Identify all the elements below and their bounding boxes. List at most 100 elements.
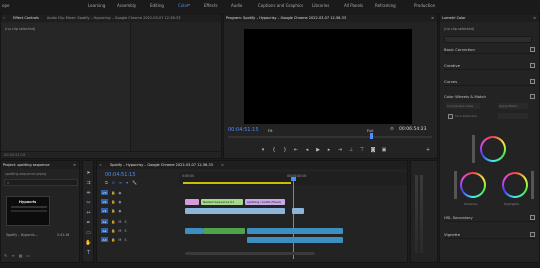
lock-icon[interactable]: 🔒 — [111, 209, 115, 213]
shadows-slider[interactable] — [454, 171, 457, 199]
highlights-color-wheel[interactable] — [502, 172, 528, 198]
nest-icon[interactable]: ⧉ — [105, 180, 108, 185]
program-playhead-timecode[interactable]: 00:04:51:15 — [228, 127, 259, 133]
solo-icon[interactable]: S — [124, 220, 126, 224]
tab-lumetri-color[interactable]: Lumetri Color — [442, 16, 466, 20]
settings-wrench-icon[interactable]: ⚙ — [390, 127, 394, 132]
pen-tool-icon[interactable]: ✒ — [85, 219, 92, 226]
workspace-tab-libraries[interactable]: Libraries — [312, 3, 329, 8]
workspace-tab-audio[interactable]: Audio — [231, 3, 242, 8]
shadows-color-wheel[interactable] — [460, 172, 486, 198]
workspace-tab-assembly[interactable]: Assembly — [117, 3, 136, 8]
mark-in-icon[interactable]: { — [271, 147, 277, 153]
lock-icon[interactable]: 🔒 — [111, 220, 115, 224]
section-curves[interactable]: Curves — [444, 77, 535, 86]
eye-icon[interactable]: ◉ — [118, 209, 121, 213]
monitor-menu-icon[interactable]: ≡ — [431, 16, 434, 20]
lock-icon[interactable]: 🔒 — [111, 238, 115, 242]
workspace-tab-production[interactable]: Production — [414, 3, 435, 8]
tab-effect-controls[interactable]: Effect Controls — [13, 16, 39, 20]
project-search-input[interactable]: ⌕ — [4, 179, 78, 186]
vignette-checkbox[interactable] — [530, 231, 535, 237]
tab-program[interactable]: Program: Spotify – Hypocrisy – Google Ch… — [226, 16, 346, 20]
target-a1[interactable]: A1 — [101, 219, 108, 224]
basic-correction-checkbox[interactable] — [530, 46, 535, 52]
highlights-slider[interactable] — [531, 171, 534, 199]
program-playhead-marker[interactable] — [370, 133, 373, 139]
section-hsl-secondary[interactable]: HSL Secondary — [444, 213, 535, 222]
clip-a2-c[interactable] — [247, 228, 343, 234]
tab-sequence[interactable]: Spotify – Hypocrisy – Google Chrome 2022… — [110, 163, 213, 167]
rectangle-tool-icon[interactable]: ▭ — [85, 229, 92, 236]
solo-icon[interactable]: S — [124, 238, 126, 242]
fit-dropdown[interactable]: Fit — [268, 128, 272, 133]
freeform-view-icon[interactable]: ▭ — [27, 253, 31, 258]
icon-view-icon[interactable]: ▦ — [19, 253, 23, 258]
mark-out-icon[interactable]: } — [282, 147, 288, 153]
apply-match-button[interactable]: Apply Match — [498, 103, 528, 109]
ripple-edit-tool-icon[interactable]: ⇹ — [85, 189, 92, 196]
workspace-tab-all-panels[interactable]: All Panels — [344, 3, 363, 8]
color-wheels-checkbox[interactable] — [530, 94, 535, 99]
section-vignette[interactable]: Vignette — [444, 230, 535, 239]
section-color-wheels[interactable]: Color Wheels & Match — [444, 92, 535, 101]
extract-icon[interactable]: ⊤ — [359, 147, 365, 153]
program-scrub-bar[interactable] — [228, 136, 432, 138]
creative-checkbox[interactable] — [530, 62, 535, 68]
face-detection-checkbox[interactable] — [448, 114, 453, 119]
button-editor-plus-icon[interactable]: + — [425, 147, 431, 153]
type-tool-icon[interactable]: T — [85, 249, 92, 256]
step-back-icon[interactable]: ◂ — [304, 147, 310, 153]
program-video-display[interactable] — [244, 29, 412, 124]
snap-icon[interactable]: ∩ — [112, 180, 115, 185]
timeline-menu-icon[interactable]: ≡ — [221, 163, 224, 167]
solo-icon[interactable]: S — [124, 229, 126, 233]
clip-a2-b[interactable] — [203, 228, 245, 234]
timeline-settings-icon[interactable]: 🔧 — [132, 180, 137, 185]
section-basic-correction[interactable]: Basic Correction — [444, 45, 535, 54]
mute-icon[interactable]: M — [118, 229, 121, 233]
playhead-handle[interactable] — [291, 177, 296, 181]
clip-a2-a[interactable] — [185, 228, 203, 234]
target-v2[interactable]: V2 — [101, 199, 108, 204]
target-v3[interactable]: V3 — [101, 190, 108, 195]
clip-a3[interactable] — [247, 237, 343, 243]
eye-icon[interactable]: ◉ — [118, 200, 121, 204]
comparison-view-button[interactable]: Comparison View — [446, 103, 480, 109]
apply-match-secondary-button[interactable] — [498, 113, 528, 119]
pencil-icon[interactable]: ✎ — [4, 253, 7, 258]
workspace-menu-icon[interactable]: ≡ — [187, 2, 190, 7]
workspace-tab-editing[interactable]: Editing — [150, 3, 164, 8]
comparison-view-icon[interactable]: ▣ — [381, 147, 387, 153]
project-clip-thumbnail[interactable]: Hypocris — [6, 196, 50, 226]
tab-project[interactable]: Project: spotting sequence — [3, 163, 50, 167]
timeline-playhead[interactable] — [293, 179, 294, 259]
target-a3[interactable]: A3 — [101, 237, 108, 242]
workspace-tab-learning[interactable]: Learning — [88, 3, 105, 8]
linked-selection-icon[interactable]: ∞ — [119, 180, 122, 185]
clip-v2-pink[interactable] — [185, 199, 199, 205]
target-a2[interactable]: A2 — [101, 228, 108, 233]
lock-icon[interactable]: 🔒 — [111, 191, 115, 195]
lift-icon[interactable]: ⊥ — [348, 147, 354, 153]
workspace-tab-effects[interactable]: Effects — [204, 3, 218, 8]
hsl-secondary-checkbox[interactable] — [530, 214, 535, 220]
play-icon[interactable]: ▶ — [315, 147, 321, 153]
section-creative[interactable]: Creative — [444, 61, 535, 70]
list-view-icon[interactable]: ≡ — [11, 253, 14, 258]
razor-tool-icon[interactable]: ✂ — [85, 199, 92, 206]
mute-icon[interactable]: M — [118, 238, 121, 242]
curves-checkbox[interactable] — [530, 78, 535, 84]
clip-spotting-credits[interactable]: spotting credits (fixed) — [245, 199, 285, 205]
panel-menu-icon[interactable]: » — [3, 16, 5, 20]
eye-icon[interactable]: ◉ — [118, 191, 121, 195]
add-marker-icon[interactable]: ▾ — [260, 147, 266, 153]
go-to-in-icon[interactable]: ⇤ — [293, 147, 299, 153]
clip-v1[interactable] — [185, 208, 285, 214]
hand-tool-icon[interactable]: ✋ — [85, 239, 92, 246]
clip-v1-tail[interactable] — [292, 208, 304, 214]
go-to-out-icon[interactable]: ⇥ — [337, 147, 343, 153]
export-frame-icon[interactable]: ◙ — [370, 147, 376, 153]
lumetri-clip-dropdown[interactable] — [444, 36, 532, 43]
lock-icon[interactable]: 🔒 — [111, 229, 115, 233]
